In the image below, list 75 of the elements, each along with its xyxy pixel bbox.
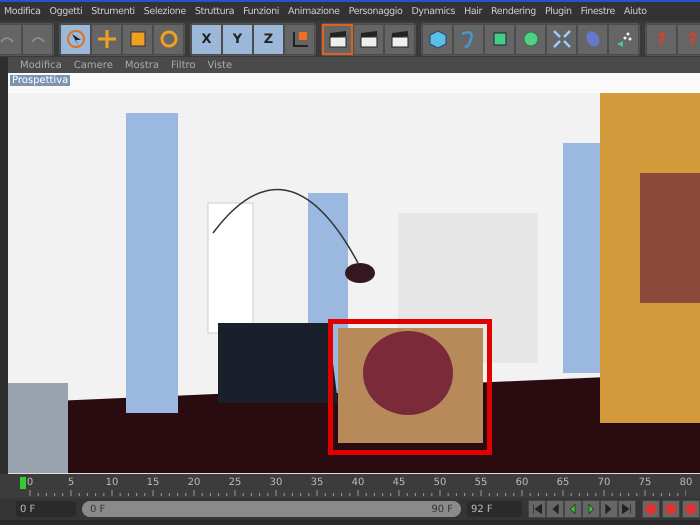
- move-arrows-icon: [96, 29, 116, 49]
- tool-button[interactable]: [353, 24, 384, 54]
- viewport-menu-item[interactable]: Filtro: [170, 60, 196, 70]
- frame-tick-label: 45: [392, 477, 406, 488]
- menu-item[interactable]: Animazione: [288, 6, 340, 17]
- tool-button[interactable]: [384, 24, 415, 54]
- frame-tick-label: 15: [146, 477, 160, 488]
- menu-item[interactable]: Funzioni: [243, 6, 280, 17]
- record-button[interactable]: [682, 500, 700, 518]
- arrows-in-icon: [552, 29, 572, 49]
- viewport-menu-item[interactable]: Mostra: [124, 60, 159, 70]
- tool-button[interactable]: [322, 24, 353, 54]
- viewport-menu-item[interactable]: Camere: [74, 60, 113, 70]
- record-icon: [665, 503, 677, 515]
- record-button[interactable]: [642, 500, 660, 518]
- frame-tick-label: 25: [228, 477, 242, 488]
- end-frame-field[interactable]: 92 F: [467, 501, 522, 517]
- flower-icon: [520, 29, 540, 49]
- axis-button[interactable]: Y: [222, 24, 253, 54]
- tool-button[interactable]: [122, 24, 153, 54]
- menu-item[interactable]: Struttura: [194, 6, 234, 17]
- menu-item[interactable]: Aiuto: [624, 6, 647, 17]
- frame-tick-label: 0: [26, 477, 34, 488]
- menu-item[interactable]: Selezione: [144, 6, 186, 17]
- menu-item[interactable]: Oggetti: [50, 6, 82, 17]
- cursor-icon: [66, 29, 86, 49]
- frame-tick-label: 60: [516, 477, 528, 488]
- frame-tick-label: 5: [68, 477, 74, 488]
- skip-back-icon: [531, 503, 543, 515]
- menu-item[interactable]: Plugin: [544, 6, 572, 17]
- transport-button[interactable]: [618, 500, 636, 518]
- frame-tick-label: 10: [106, 477, 118, 488]
- rotate-icon: [158, 29, 178, 49]
- current-frame-field[interactable]: 0 F: [16, 501, 76, 517]
- range-slider[interactable]: 0 F 90 F: [82, 501, 461, 517]
- transport-button[interactable]: [528, 500, 546, 518]
- record-button[interactable]: [662, 500, 680, 518]
- menu-item[interactable]: Modifica: [4, 6, 41, 17]
- frame-tick-label: 75: [638, 477, 652, 488]
- viewport-menu-item[interactable]: Modifica: [20, 60, 62, 70]
- menu-item[interactable]: Rendering: [491, 6, 536, 17]
- frame-tick-label: 20: [188, 477, 200, 488]
- cube-icon: [428, 29, 448, 49]
- frame-tick-label: 70: [598, 477, 610, 488]
- camera-label: Prospettiva: [10, 75, 70, 86]
- transport-button[interactable]: [600, 500, 618, 518]
- range-start: 0 F: [90, 504, 106, 514]
- record-icon: [645, 503, 657, 515]
- axis-button[interactable]: X: [191, 24, 222, 54]
- scale-icon: [128, 29, 148, 49]
- play-forward-icon: [621, 503, 633, 515]
- transport-button[interactable]: [564, 500, 582, 518]
- clapperboard-icon: [358, 29, 378, 49]
- menu-item[interactable]: Hair: [464, 6, 482, 17]
- frame-tick-label: 50: [434, 477, 446, 488]
- menu-item[interactable]: Finestre: [580, 6, 615, 17]
- menu-item[interactable]: Strumenti: [91, 6, 135, 17]
- frame-tick-label: 30: [270, 477, 282, 488]
- frame-tick-label: 80: [680, 477, 692, 488]
- range-end: 90 F: [431, 504, 453, 514]
- menu-item[interactable]: Personaggio: [348, 6, 402, 17]
- viewport-menu-item[interactable]: Viste: [208, 60, 232, 70]
- frame-tick-label: 55: [474, 477, 488, 488]
- frame-tick-label: 40: [352, 477, 364, 488]
- frame-tick-label: 35: [310, 477, 324, 488]
- record-icon: [685, 503, 697, 515]
- axis-button[interactable]: Z: [253, 24, 284, 54]
- playhead-marker[interactable]: [20, 477, 26, 489]
- menu-item[interactable]: Dynamics: [411, 6, 456, 17]
- frame-tick-label: 65: [556, 477, 570, 488]
- transport-button[interactable]: [546, 500, 564, 518]
- clapperboard-icon: [328, 29, 348, 49]
- clapperboard-icon: [390, 29, 410, 49]
- transport-button[interactable]: [582, 500, 600, 518]
- tool-button[interactable]: [484, 24, 515, 54]
